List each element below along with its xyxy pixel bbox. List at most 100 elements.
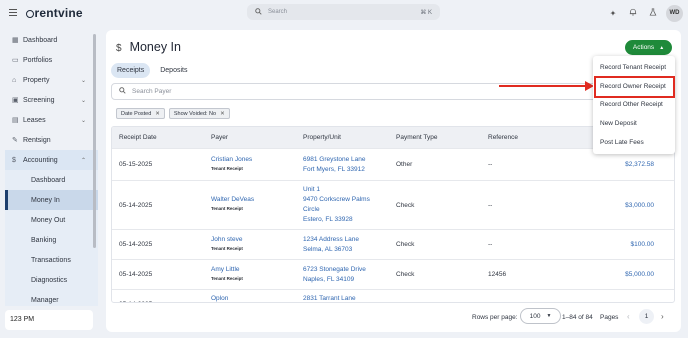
payer-cell: Cristian Jones Tenant Receipt [211, 156, 252, 171]
payer-type: Tenant Receipt [211, 276, 243, 281]
menu-item-record-tenant-receipt[interactable]: Record Tenant Receipt [593, 58, 675, 76]
column-property-unit[interactable]: Property/Unit [303, 134, 341, 141]
sidebar-sub-dashboard[interactable]: Dashboard [5, 170, 98, 190]
rows-per-page-value: 100 [529, 312, 541, 320]
receipts-table: Receipt Date Payer Property/Unit Payment… [111, 126, 675, 303]
amount-link[interactable]: $100.00 [594, 241, 655, 248]
payer-cell: Amy Little Tenant Receipt [211, 266, 243, 281]
column-reference[interactable]: Reference [488, 134, 518, 141]
filter-chip-show-voided[interactable]: Show Voided: No ✕ [168, 108, 230, 119]
column-payment-type[interactable]: Payment Type [396, 134, 437, 141]
sidebar-item-leases[interactable]: ▤ Leases ⌄ [5, 110, 98, 130]
tab-bar: Receipts Deposits [111, 63, 197, 78]
table-row[interactable]: 05-14-2025 Walter DeVeas Tenant Receipt … [112, 180, 674, 229]
filter-chips: Date Posted ✕ Show Voided: No ✕ [116, 108, 234, 119]
table-row[interactable]: 05-14-2025 Amy Little Tenant Receipt 672… [112, 259, 674, 289]
payer-link[interactable]: John steve [211, 236, 243, 243]
payer-link[interactable]: Amy Little [211, 266, 243, 273]
amount-link[interactable]: $3,000.00 [594, 202, 654, 209]
search-shortcut: ⌘ K [420, 9, 432, 16]
tab-receipts[interactable]: Receipts [111, 63, 151, 78]
sidebar-item-label: Leases [23, 116, 46, 124]
screening-icon: ▣ [12, 97, 19, 104]
bell-icon[interactable] [623, 8, 643, 18]
sidebar-sub-manager[interactable]: Manager [5, 290, 98, 306]
chevron-down-icon: ⌄ [80, 117, 86, 124]
sidebar-item-rentsign[interactable]: ✎ Rentsign [5, 130, 98, 150]
close-icon[interactable]: ✕ [155, 111, 160, 117]
payer-link[interactable]: Walter DeVeas [211, 196, 254, 203]
sidebar-item-portfolios[interactable]: ▭ Portfolios [5, 50, 98, 70]
sidebar-sub-money-out[interactable]: Money Out [5, 210, 98, 230]
table-row[interactable]: 05-14-2025 John steve Tenant Receipt 123… [112, 229, 674, 259]
chevron-right-icon[interactable]: › [661, 312, 664, 321]
column-receipt-date[interactable]: Receipt Date [119, 134, 157, 141]
app-logo[interactable]: rentvine [26, 6, 83, 20]
sidebar-scrollbar[interactable] [93, 34, 96, 248]
menu-icon[interactable] [9, 9, 17, 18]
payer-link[interactable]: Cristian Jones [211, 156, 252, 163]
pagination-range: 1–84 of 84 [562, 314, 593, 321]
property-link[interactable]: 6723 Stonegate Drive Naples, FL 34109 [303, 265, 366, 285]
rows-per-page-select[interactable]: 100 ▼ [520, 308, 561, 324]
chevron-up-icon: ⌃ [80, 157, 86, 164]
building-icon: ⌂ [12, 76, 17, 84]
reference: -- [488, 161, 493, 168]
property-link[interactable]: 2831 Tarrant Lane [303, 294, 356, 302]
search-icon [119, 87, 126, 96]
sidebar-item-dashboard[interactable]: ▦ Dashboard [5, 30, 98, 50]
sidebar-sub-transactions[interactable]: Transactions [5, 250, 98, 270]
sidebar-sub-banking[interactable]: Banking [5, 230, 98, 250]
sidebar-sub-diagnostics[interactable]: Diagnostics [5, 270, 98, 290]
sidebar-item-label: Accounting [23, 156, 58, 164]
sidebar-item-screening[interactable]: ▣ Screening ⌄ [5, 90, 98, 110]
property-link[interactable]: 6981 Greystone Lane Fort Myers, FL 33912 [303, 155, 366, 175]
property-link[interactable]: Unit 1 9470 Corkscrew Palms Circle Ester… [303, 185, 370, 225]
sidebar-item-label: Rentsign [23, 136, 51, 144]
page-number-button[interactable]: 1 [639, 309, 654, 324]
property-link[interactable]: 1234 Address Lane Selma, AL 36703 [303, 235, 359, 255]
sidebar: ▦ Dashboard ▭ Portfolios ⌂ Property ⌄ ▣ Scree… [5, 30, 98, 306]
dollar-icon: $ [116, 43, 122, 54]
sparkle-icon[interactable]: ✦ [603, 9, 623, 18]
amount-link[interactable]: $5,000.00 [594, 271, 654, 278]
filter-chip-date-posted[interactable]: Date Posted ✕ [116, 108, 165, 119]
annotation-highlight-box [594, 76, 675, 98]
grid-icon: ▦ [12, 37, 19, 44]
chevron-down-icon: ⌄ [80, 97, 86, 104]
flask-icon[interactable] [643, 8, 663, 18]
sidebar-item-label: Portfolios [23, 56, 53, 64]
reference: 12456 [488, 271, 507, 278]
folder-icon: ▭ [12, 57, 19, 64]
address-line: Estero, FL 33928 [303, 216, 353, 223]
annotation-arrow-line [499, 85, 587, 87]
actions-button-label: Actions [632, 44, 655, 51]
menu-item-new-deposit[interactable]: New Deposit [593, 114, 675, 132]
sidebar-item-label: Screening [23, 96, 55, 104]
address-line: 9470 Corkscrew Palms [303, 196, 370, 203]
payment-type: Other [396, 161, 413, 168]
column-payer[interactable]: Payer [211, 134, 228, 141]
close-icon[interactable]: ✕ [220, 111, 225, 117]
user-avatar[interactable]: WD [666, 4, 683, 22]
sidebar-item-property[interactable]: ⌂ Property ⌄ [5, 70, 98, 90]
global-search-input[interactable]: Search ⌘ K [247, 4, 440, 20]
menu-item-post-late-fees[interactable]: Post Late Fees [593, 133, 675, 151]
sidebar-sub-money-in[interactable]: Money In [5, 190, 98, 210]
address-line: Circle [303, 206, 320, 213]
payer-link[interactable]: Oplon [211, 295, 228, 302]
tab-deposits[interactable]: Deposits [154, 63, 193, 78]
payer-type: Tenant Receipt [211, 246, 243, 251]
address-line: Unit 1 [303, 186, 320, 193]
sidebar-item-accounting[interactable]: $ Accounting ⌃ [5, 150, 98, 170]
filter-chip-label: Show Voided: No [173, 110, 217, 117]
pagination-bar: Rows per page: 100 ▼ 1–84 of 84 Pages ‹ 1… [106, 303, 681, 332]
actions-button[interactable]: Actions ▲ [625, 40, 672, 55]
amount-link[interactable]: $2,372.58 [594, 161, 654, 168]
chevron-left-icon[interactable]: ‹ [627, 312, 630, 321]
payer-search-placeholder: Search Payer [132, 88, 172, 95]
payment-type: Check [396, 202, 415, 209]
table-row[interactable]: 05-15-2025 Cristian Jones Tenant Receipt… [112, 148, 674, 180]
table-row[interactable]: 05-14-2025 Oplon 2831 Tarrant Lane [112, 289, 674, 302]
payer-type: Tenant Receipt [211, 166, 243, 171]
